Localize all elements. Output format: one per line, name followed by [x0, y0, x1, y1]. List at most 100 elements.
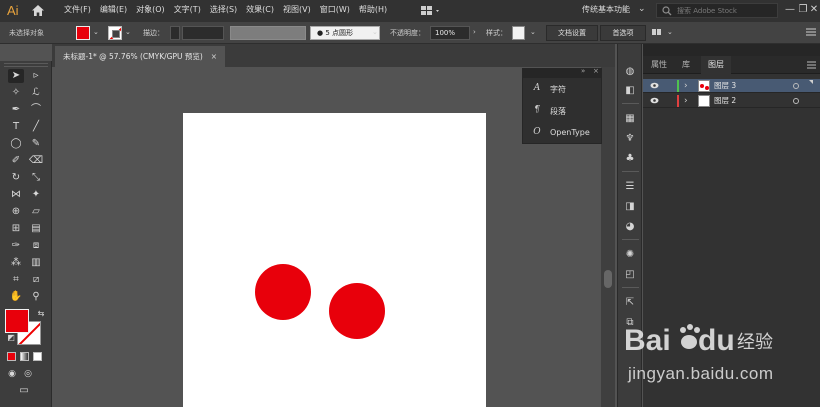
visibility-eye-icon[interactable] — [650, 97, 659, 104]
panel-menu-icon[interactable] — [807, 61, 816, 69]
close-window-button[interactable]: ✕ — [808, 3, 820, 17]
preferences-button[interactable]: 首选项 — [600, 25, 646, 41]
scale-tool-icon[interactable]: ⤡ — [28, 171, 44, 185]
blend-tool-icon[interactable]: ⧈ — [28, 239, 44, 253]
eraser-tool-icon[interactable]: ⌫ — [28, 154, 44, 168]
close-tab-icon[interactable]: × — [211, 52, 217, 61]
layer-target-icon[interactable] — [793, 98, 799, 104]
minimize-button[interactable]: — — [784, 3, 796, 17]
menu-object[interactable]: 对象(O) — [136, 0, 165, 22]
swap-colors-icon[interactable]: ⇆ — [33, 307, 49, 321]
vertical-scrollbar[interactable] — [601, 67, 615, 407]
stroke-dropdown-icon[interactable]: ⌄ — [125, 28, 131, 36]
brush-definition-field[interactable]: ● 5 点圆形 — [310, 26, 380, 40]
menu-window[interactable]: 窗口(W) — [320, 0, 350, 22]
arrange-documents-icon[interactable] — [420, 4, 442, 18]
graphic-styles-icon[interactable]: ✺ — [623, 248, 637, 261]
close-panel-icon[interactable]: × — [593, 67, 599, 75]
search-input[interactable] — [677, 5, 775, 16]
layer-target-icon[interactable] — [793, 83, 799, 89]
line-tool-icon[interactable]: ╱ — [28, 120, 44, 134]
eyedropper-tool-icon[interactable]: ✑ — [8, 239, 24, 253]
panel-header[interactable]: » × — [523, 67, 601, 78]
shape-builder-tool-icon[interactable]: ⊕ — [8, 205, 24, 219]
workspace-switcher[interactable]: 传统基本功能 — [582, 4, 630, 15]
variable-width-profile[interactable] — [230, 26, 306, 40]
menu-effect[interactable]: 效果(C) — [246, 0, 274, 22]
opacity-arrow-icon[interactable]: › — [473, 28, 476, 36]
panel-item-character[interactable]: A 字符 — [523, 78, 601, 100]
slice-tool-icon[interactable]: ⧄ — [28, 273, 44, 287]
style-dropdown-icon[interactable]: ⌄ — [530, 28, 536, 36]
document-tab[interactable]: 未标题-1* @ 57.76% (CMYK/GPU 预览) × — [55, 46, 226, 67]
menu-help[interactable]: 帮助(H) — [359, 0, 387, 22]
magic-wand-tool-icon[interactable]: ✧ — [8, 86, 24, 100]
screen-mode-icon[interactable]: ▭ — [16, 384, 32, 398]
artboard-tool-icon[interactable]: ⌗ — [8, 273, 24, 287]
scrollbar-thumb[interactable] — [604, 270, 612, 288]
panel-item-paragraph[interactable]: ¶ 段落 — [523, 100, 601, 122]
draw-normal-icon[interactable]: ◉ — [4, 367, 20, 381]
type-tool-icon[interactable]: T — [8, 120, 24, 134]
shaper-tool-icon[interactable]: ✐ — [8, 154, 24, 168]
collapse-icon[interactable]: » — [581, 67, 585, 75]
gradient-mode-icon[interactable] — [20, 352, 29, 361]
opacity-field[interactable]: 100% — [430, 26, 470, 40]
direct-selection-tool-icon[interactable]: ▹ — [28, 69, 44, 83]
zoom-tool-icon[interactable]: ⚲ — [28, 290, 44, 304]
swatches-icon[interactable]: ▦ — [623, 112, 637, 125]
arrange-icon[interactable] — [652, 28, 662, 36]
layer-row-3[interactable]: › 图层 3 — [643, 79, 820, 93]
stroke-color-swatch[interactable] — [108, 26, 122, 40]
paintbrush-tool-icon[interactable]: ✎ — [28, 137, 44, 151]
visibility-eye-icon[interactable] — [650, 82, 659, 89]
toolbar-grip[interactable] — [4, 63, 48, 67]
selection-tool-icon[interactable]: ➤ — [8, 69, 24, 83]
fill-color-swatch[interactable] — [76, 26, 90, 40]
stroke-icon[interactable]: ☰ — [623, 180, 637, 193]
graphic-style-swatch[interactable] — [512, 26, 525, 40]
expand-layer-icon[interactable]: › — [684, 79, 688, 93]
menu-file[interactable]: 文件(F) — [64, 0, 91, 22]
layer-row-2[interactable]: › 图层 2 — [643, 94, 820, 108]
mesh-tool-icon[interactable]: ⊞ — [8, 222, 24, 236]
ellipse-tool-icon[interactable]: ◯ — [8, 137, 24, 151]
opacity-label[interactable]: 不透明度： — [390, 28, 425, 38]
chevron-down-icon[interactable]: ⌄ — [638, 4, 646, 14]
tab-properties[interactable]: 属性 — [645, 56, 673, 74]
panel-header[interactable] — [643, 44, 820, 56]
curvature-tool-icon[interactable]: ⌒ — [28, 103, 44, 117]
menu-view[interactable]: 视图(V) — [283, 0, 311, 22]
menu-type[interactable]: 文字(T) — [174, 0, 201, 22]
expand-layer-icon[interactable]: › — [684, 94, 688, 108]
none-mode-icon[interactable] — [33, 352, 42, 361]
menu-edit[interactable]: 编辑(E) — [100, 0, 127, 22]
symbols-icon[interactable]: ♣ — [623, 152, 637, 165]
lasso-tool-icon[interactable]: ℒ — [28, 86, 44, 100]
symbol-sprayer-tool-icon[interactable]: ⁂ — [8, 256, 24, 270]
menu-select[interactable]: 选择(S) — [210, 0, 237, 22]
brushes-icon[interactable]: ♆ — [623, 132, 637, 145]
column-graph-tool-icon[interactable]: ▥ — [28, 256, 44, 270]
tab-layers[interactable]: 图层 — [701, 56, 731, 74]
layer-name[interactable]: 图层 3 — [714, 79, 736, 93]
arrange-dropdown-icon[interactable]: ⌄ — [667, 28, 673, 36]
stroke-weight-field[interactable] — [182, 26, 224, 40]
transparency-icon[interactable]: ◨ — [623, 200, 637, 213]
fill-color-box[interactable] — [5, 309, 29, 333]
hand-tool-icon[interactable]: ✋ — [8, 290, 24, 304]
fill-dropdown-icon[interactable]: ⌄ — [93, 28, 99, 36]
color-guide-icon[interactable]: ◍ — [623, 65, 637, 78]
align-icon[interactable]: ◰ — [623, 268, 637, 281]
artboard[interactable] — [183, 113, 486, 407]
brush-dropdown-icon[interactable]: ⌄ — [372, 28, 378, 36]
gradient-icon[interactable]: ◧ — [623, 84, 637, 97]
layer-name[interactable]: 图层 2 — [714, 94, 736, 108]
rotate-tool-icon[interactable]: ↻ — [8, 171, 24, 185]
perspective-grid-tool-icon[interactable]: ▱ — [28, 205, 44, 219]
red-circle-left[interactable] — [255, 264, 311, 320]
gradient-tool-icon[interactable]: ▤ — [28, 222, 44, 236]
tab-libraries[interactable]: 库 — [675, 56, 697, 74]
width-tool-icon[interactable]: ⋈ — [8, 188, 24, 202]
color-mode-icon[interactable] — [7, 352, 16, 361]
